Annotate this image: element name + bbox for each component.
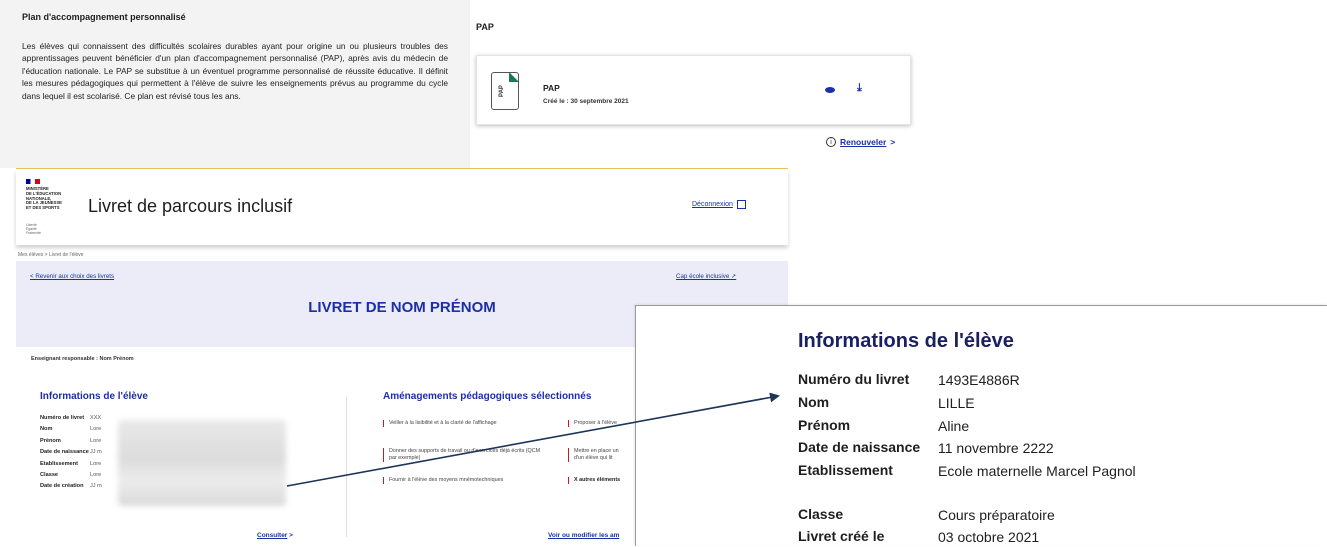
info-key: Nom [40, 426, 53, 433]
zoomed-info-row: Classe Cours préparatoire [798, 506, 1148, 525]
zoomed-info-row: Etablissement Ecole maternelle Marcel Pag… [798, 462, 1148, 481]
app-header: MINISTÈRE DE L'ÉDUCATION NATIONALE, DE L… [16, 169, 788, 245]
zoomed-info-value: Cours préparatoire [938, 507, 1055, 523]
zoomed-info-row: Nom LILLE [798, 394, 1148, 413]
info-value: JJ m [90, 483, 102, 490]
zoomed-student-info: Informations de l'élève Numéro du livret… [635, 305, 1327, 546]
pap-section-title: PAP [476, 22, 494, 32]
info-value: Lore [90, 437, 102, 444]
zoomed-info-row: Livret créé le 03 octobre 2021 [798, 528, 1148, 547]
zoomed-info-key: Nom [798, 394, 830, 410]
info-key: Classe [40, 471, 59, 478]
adjustments-title: Aménagements pédagogiques sélectionnés [383, 391, 592, 402]
pap-info-text: Les élèves qui connaissent des difficult… [22, 41, 448, 101]
zoomed-info-value: 1493E4886R [938, 372, 1020, 388]
document-icon-label: PAP [498, 85, 505, 97]
renew-label: Renouveler [840, 137, 887, 147]
adjustment-item: Fournir à l'élève des moyens mnémotechni… [383, 477, 558, 484]
download-icon[interactable]: ⤓ [857, 82, 862, 95]
info-key: Prénom [40, 437, 61, 444]
zoomed-info-key: Classe [798, 506, 844, 522]
zoomed-info-title: Informations de l'élève [798, 330, 1014, 352]
teacher-responsible: Enseignant responsable : Nom Prénom [31, 356, 134, 362]
adjustment-item: Mettre en place un d'un élève qui lit [568, 448, 638, 462]
zoomed-info-key: Prénom [798, 417, 851, 433]
pap-info-title: Plan d'accompagnement personnalisé [22, 12, 186, 22]
modify-adjustments-link[interactable]: Voir ou modifier les am [548, 532, 619, 539]
zoomed-info-key: Date de naissance [798, 439, 921, 455]
zoomed-info-value: LILLE [938, 395, 975, 411]
cap-ecole-inclusive-link[interactable]: Cap école inclusive ↗ [676, 273, 736, 280]
zoomed-info-key: Livret créé le [798, 528, 885, 544]
republic-motto: Liberté Égalité Fraternité [26, 223, 41, 235]
adjustment-item-more[interactable]: X autres éléments [568, 477, 638, 484]
app-title: Livret de parcours inclusif [88, 196, 293, 216]
zoomed-info-value: Aline [938, 418, 970, 434]
pap-info-panel: Plan d'accompagnement personnalisé Les é… [0, 0, 470, 168]
info-value: XXX [90, 415, 102, 421]
adjustment-item: Veiller à la lisibilité et à la clarté d… [383, 420, 558, 427]
eye-icon[interactable] [825, 87, 835, 93]
zoomed-info-value: 11 novembre 2222 [938, 440, 1054, 456]
document-created-date: Créé le : 30 septembre 2021 [543, 98, 629, 105]
info-value: Lore [90, 426, 102, 433]
republic-flag-icon [26, 179, 40, 184]
adjustments-section: Aménagements pédagogiques sélectionnés [383, 391, 643, 414]
renew-link[interactable]: i Renouveler > [826, 137, 895, 147]
info-key: Date de création [40, 483, 84, 490]
breadcrumb[interactable]: Mes élèves > Livret de l'élève [18, 252, 84, 258]
info-key: Date de naissance [40, 449, 89, 456]
consult-link[interactable]: Consulter > [257, 532, 293, 539]
info-key: Numéro de livret [40, 415, 85, 421]
info-key: Etablissement [40, 460, 78, 467]
document-name: PAP [543, 83, 560, 93]
logout-label: Déconnexion [692, 201, 733, 208]
section-divider [346, 397, 347, 537]
logout-link[interactable]: Déconnexion [692, 200, 746, 209]
zoomed-info-value: 03 octobre 2021 [938, 529, 1040, 545]
info-value: Lore [90, 460, 102, 467]
blurred-info-values [118, 420, 286, 506]
student-info-title: Informations de l'élève [40, 391, 148, 402]
zoomed-info-key: Numéro du livret [798, 371, 910, 387]
zoomed-info-row: Numéro du livret 1493E4886R [798, 371, 1148, 390]
info-value: Lore [90, 471, 102, 478]
teacher-name: Nom Prénom [99, 356, 134, 362]
zoomed-info-key: Etablissement [798, 462, 893, 478]
back-to-livrets-link[interactable]: < Revenir aux choix des livrets [30, 273, 114, 280]
chevron-right-icon: > [289, 532, 293, 539]
zoomed-info-row: Prénom Aline [798, 417, 1148, 436]
consult-label: Consulter [257, 532, 288, 539]
zoomed-info-value: Ecole maternelle Marcel Pagnol [938, 463, 1136, 479]
pap-document-card: PAP PAP Créé le : 30 septembre 2021 ⤓ [476, 55, 911, 125]
zoomed-info-row: Date de naissance 11 novembre 2222 [798, 439, 1148, 458]
logout-icon [736, 200, 746, 209]
info-icon: i [826, 137, 836, 147]
adjustment-item: Donner des supports de travail ou d'exer… [383, 448, 543, 462]
info-value: JJ m [90, 449, 102, 456]
ministry-logo: MINISTÈRE DE L'ÉDUCATION NATIONALE, DE L… [26, 186, 62, 211]
chevron-right-icon: > [890, 137, 896, 147]
document-icon: PAP [491, 72, 519, 110]
teacher-label: Enseignant responsable : [31, 356, 98, 362]
adjustment-item: Proposer à l'élève [568, 420, 638, 427]
